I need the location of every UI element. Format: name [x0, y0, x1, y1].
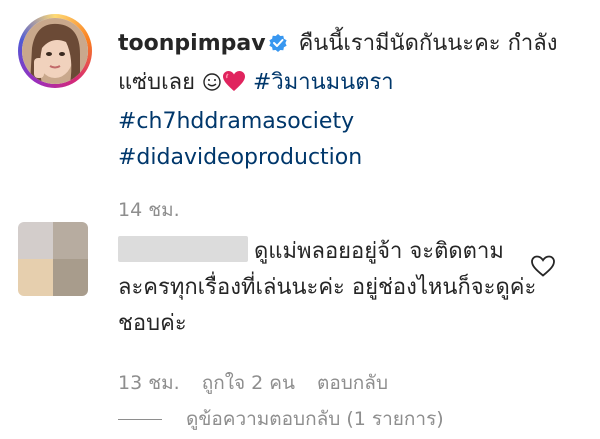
comment-timestamp[interactable]: 13 ชม.: [118, 368, 180, 398]
post-caption: toonpimpav คืนนี้เรามีนัดกันนะคะ กำลังแซ…: [118, 26, 568, 176]
post-username[interactable]: toonpimpav: [118, 31, 266, 56]
comment-meta: 13 ชม. ถูกใจ 2 คน ตอบกลับ: [118, 368, 388, 398]
view-replies-button[interactable]: ดูข้อความตอบกลับ (1 รายการ): [118, 404, 444, 434]
view-replies-label[interactable]: ดูข้อความตอบกลับ (1 รายการ): [186, 404, 444, 434]
author-avatar[interactable]: [22, 18, 88, 84]
comment-likes-link[interactable]: ถูกใจ 2 คน: [202, 368, 295, 398]
commenter-username-blurred[interactable]: [118, 236, 248, 262]
hashtag-link[interactable]: #วิมานมนตรา: [253, 70, 394, 95]
divider-line: [118, 418, 162, 420]
red-heart-emoji-icon: [222, 68, 246, 104]
post-comments-panel: toonpimpav คืนนี้เรามีนัดกันนะคะ กำลังแซ…: [0, 0, 600, 439]
story-ring[interactable]: [18, 14, 92, 88]
hashtag-link[interactable]: #didavideoproduction: [118, 140, 568, 176]
comment-body: ดูแม่พลอยอยู่จ้า จะติดตามละครทุกเรื่องที…: [118, 234, 538, 342]
hashtag-link[interactable]: #ch7hddramasociety: [118, 104, 568, 140]
commenter-avatar-blurred[interactable]: [18, 222, 88, 296]
smile-emoji-icon: [202, 68, 222, 104]
verified-badge-icon: [268, 29, 288, 65]
reply-button[interactable]: ตอบกลับ: [317, 368, 388, 398]
post-timestamp[interactable]: 14 ชม.: [118, 195, 180, 225]
heart-outline-icon[interactable]: [530, 254, 556, 278]
